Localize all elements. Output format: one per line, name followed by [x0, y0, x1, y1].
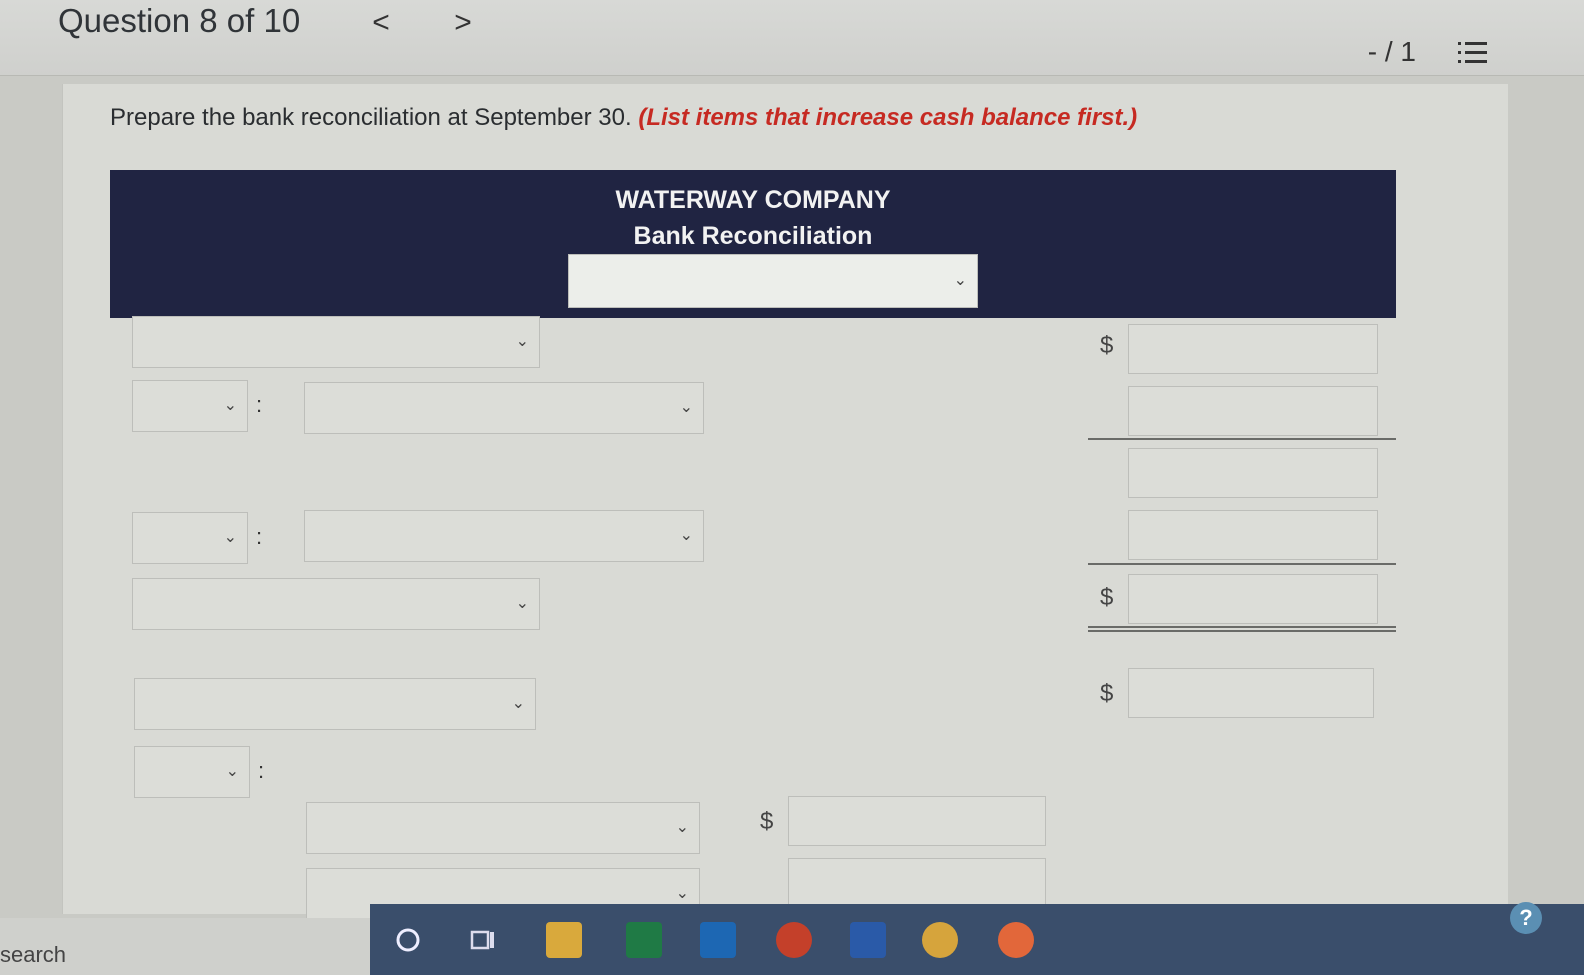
company-name: WATERWAY COMPANY [615, 186, 891, 214]
balance-per-bank-amount[interactable] [1128, 324, 1378, 374]
instructions: Prepare the bank reconciliation at Septe… [110, 104, 1137, 132]
help-icon[interactable]: ? [1510, 902, 1542, 934]
colon: : [258, 758, 265, 783]
subtotal-rule [1088, 563, 1396, 565]
date-select[interactable]: ⌄ [568, 254, 978, 308]
adjustment-type-select-2[interactable]: ⌄ [132, 512, 248, 564]
adjustment-type-select-3[interactable]: ⌄ [134, 746, 250, 798]
chevron-down-icon: ⌄ [515, 333, 529, 350]
balance-per-bank-select[interactable]: ⌄ [132, 316, 540, 368]
dollar-sign: $ [1100, 332, 1114, 359]
file-explorer-icon[interactable] [546, 922, 582, 958]
task-view-icon[interactable] [466, 922, 502, 958]
instructions-main: Prepare the bank reconciliation at Septe… [110, 104, 632, 131]
question-list-icon[interactable] [1458, 40, 1488, 66]
powerpoint-icon[interactable] [776, 922, 812, 958]
chevron-down-icon: ⌄ [223, 529, 237, 546]
adjusted-balance-bank-select[interactable]: ⌄ [132, 578, 540, 630]
reconciliation-header: WATERWAY COMPANY Bank Reconciliation ⌄ [110, 170, 1396, 318]
question-header: Question 8 of 10 < > - / 1 [0, 0, 1584, 76]
chrome-icon[interactable] [922, 922, 958, 958]
chevron-down-icon: ⌄ [953, 272, 967, 289]
balance-per-books-amount[interactable] [1128, 668, 1374, 718]
firefox-icon[interactable] [998, 922, 1034, 958]
outlook-icon[interactable] [700, 922, 736, 958]
chevron-down-icon: ⌄ [223, 397, 237, 414]
subtotal-rule [1088, 438, 1396, 440]
double-rule-bottom [1088, 630, 1396, 632]
adjusted-balance-bank-amount[interactable] [1128, 574, 1378, 624]
score-pager: - / 1 [1367, 36, 1416, 67]
next-question-button[interactable]: > [448, 6, 478, 40]
word-icon[interactable] [850, 922, 886, 958]
adjustment-type-select-1[interactable]: ⌄ [132, 380, 248, 432]
dollar-sign: $ [1100, 680, 1114, 707]
chevron-down-icon: ⌄ [679, 527, 693, 544]
adjustment-item-select-1[interactable]: ⌄ [304, 382, 704, 434]
previous-question-button[interactable]: < [366, 6, 396, 40]
chevron-down-icon: ⌄ [225, 763, 239, 780]
question-counter: Question 8 of 10 [58, 2, 301, 39]
double-rule-top [1088, 626, 1396, 628]
chevron-down-icon: ⌄ [675, 885, 689, 902]
chevron-down-icon: ⌄ [679, 399, 693, 416]
cortana-icon[interactable] [390, 922, 426, 958]
chevron-down-icon: ⌄ [515, 595, 529, 612]
adjustment-item-select-2[interactable]: ⌄ [304, 510, 704, 562]
adjustment-amount-3[interactable] [788, 796, 1046, 846]
excel-icon[interactable] [626, 922, 662, 958]
adjustment-amount-1[interactable] [1128, 386, 1378, 436]
adjustment-amount-4[interactable] [788, 858, 1046, 908]
adjustment-item-select-3[interactable]: ⌄ [306, 802, 700, 854]
chevron-down-icon: ⌄ [675, 819, 689, 836]
balance-per-books-select[interactable]: ⌄ [134, 678, 536, 730]
colon: : [256, 524, 263, 549]
taskbar-search-label[interactable]: search [0, 942, 66, 968]
instructions-note: (List items that increase cash balance f… [638, 104, 1138, 131]
adjustment-amount-2[interactable] [1128, 510, 1378, 560]
dollar-sign: $ [760, 808, 774, 835]
report-title: Bank Reconciliation [633, 222, 873, 250]
colon: : [256, 392, 263, 417]
subtotal-amount-1[interactable] [1128, 448, 1378, 498]
dollar-sign: $ [1100, 584, 1114, 611]
chevron-down-icon: ⌄ [511, 695, 525, 712]
